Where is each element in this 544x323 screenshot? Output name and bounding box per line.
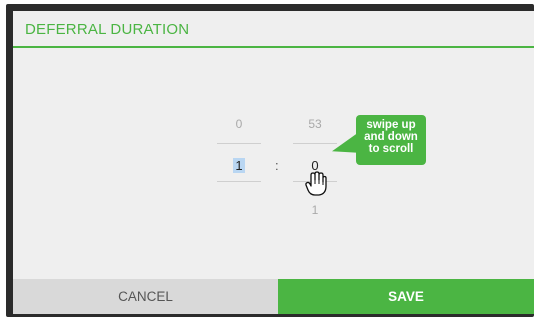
tooltip-line-1: swipe up [366, 119, 416, 131]
picker-separator: : [275, 158, 279, 173]
hours-selected-text[interactable]: 1 [233, 158, 245, 173]
hours-selection-line-top [217, 143, 261, 144]
dialog-title: DEFERRAL DURATION [25, 21, 190, 38]
hours-prev-value[interactable]: 0 [219, 117, 259, 131]
hours-current-value[interactable]: 1 [219, 158, 259, 173]
minutes-next-value[interactable]: 1 [295, 203, 335, 217]
tooltip-line-3: to scroll [368, 143, 414, 155]
save-button[interactable]: SAVE [278, 279, 534, 314]
cancel-button[interactable]: CANCEL [13, 279, 278, 314]
tooltip-pointer [332, 132, 358, 162]
hours-selection-line-bottom [217, 181, 261, 182]
dialog-header: DEFERRAL DURATION [13, 11, 534, 48]
minutes-prev-value[interactable]: 53 [295, 117, 335, 131]
hand-grab-icon [305, 171, 327, 196]
title-divider [13, 46, 534, 48]
scroll-hint-tooltip: swipe up and down to scroll [356, 115, 426, 165]
tooltip-line-2: and down [364, 131, 418, 143]
deferral-dialog: DEFERRAL DURATION 0 1 : 53 0 1 swipe up … [13, 11, 534, 314]
minutes-selection-line-top [293, 143, 337, 144]
